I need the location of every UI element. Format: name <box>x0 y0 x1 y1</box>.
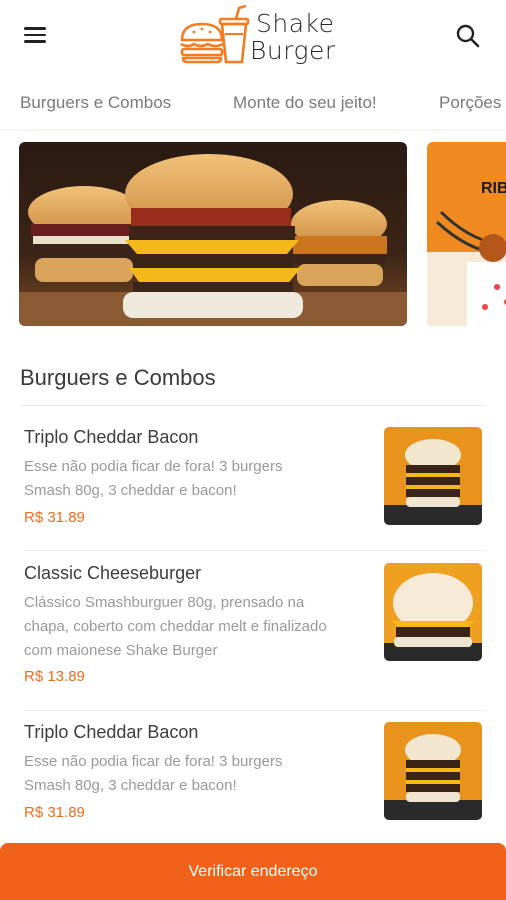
item-divider <box>24 550 486 551</box>
item-price: R$ 31.89 <box>24 509 85 526</box>
promo-banner-burgers[interactable] <box>19 142 407 326</box>
tab-monte-do-seu-jeito[interactable]: Monte do seu jeito! <box>233 93 377 113</box>
category-tabs: Burguers e Combos Monte do seu jeito! Po… <box>0 76 506 130</box>
item-description-line: Clássico Smashburguer 80g, prensado na <box>24 594 305 611</box>
verify-address-button[interactable]: Verificar endereço <box>0 843 506 900</box>
item-divider <box>24 710 486 711</box>
hamburger-menu-icon[interactable] <box>22 24 48 48</box>
item-name: Triplo Cheddar Bacon <box>24 722 199 742</box>
triple-burger-photo <box>384 722 482 820</box>
search-icon[interactable] <box>454 22 484 52</box>
item-description: Esse não podia ficar de fora! 3 burgers … <box>24 750 360 798</box>
shake-burger-logo[interactable]: Shake Burger <box>176 4 336 70</box>
ribs-banner-text: RIB <box>481 180 506 197</box>
item-price: R$ 31.89 <box>24 804 85 821</box>
logo-line-2: Burger <box>250 36 336 65</box>
menu-item-classic-cheeseburger[interactable]: Classic Cheeseburger Clássico Smashburgu… <box>24 563 482 685</box>
tab-porcoes[interactable]: Porções <box>439 93 501 113</box>
ribs-photo <box>427 142 506 326</box>
item-description-line: Esse não podia ficar de fora! 3 burgers <box>24 458 283 475</box>
item-description: Esse não podia ficar de fora! 3 burgers … <box>24 455 360 503</box>
burger-cup-logo-icon <box>180 4 250 64</box>
logo-wordmark: Shake Burger <box>250 9 336 64</box>
section-title: Burguers e Combos <box>20 365 216 390</box>
menu-item-triplo-cheddar-bacon[interactable]: Triplo Cheddar Bacon Esse não podia fica… <box>24 427 482 527</box>
item-description-line: Smash 80g, 3 cheddar e bacon! <box>24 482 237 499</box>
item-description-line: Smash 80g, 3 cheddar e bacon! <box>24 777 237 794</box>
cheeseburger-photo <box>384 563 482 661</box>
item-thumbnail <box>384 563 482 661</box>
item-description-line: Esse não podia ficar de fora! 3 burgers <box>24 753 283 770</box>
item-description: Clássico Smashburguer 80g, prensado na c… <box>24 591 376 663</box>
item-description-line: chapa, coberto com cheddar melt e finali… <box>24 618 327 635</box>
burgers-photo <box>19 142 407 326</box>
item-price: R$ 13.89 <box>24 668 85 685</box>
item-name: Classic Cheeseburger <box>24 563 202 583</box>
item-thumbnail <box>384 722 482 820</box>
promo-carousel[interactable]: RIB <box>0 142 506 328</box>
tab-burguers-e-combos[interactable]: Burguers e Combos <box>20 93 171 113</box>
promo-banner-ribs[interactable]: RIB <box>427 142 506 326</box>
app-header: Shake Burger <box>0 0 506 76</box>
item-thumbnail <box>384 427 482 525</box>
logo-line-1: Shake <box>256 9 335 38</box>
section-divider <box>20 405 486 406</box>
triple-burger-photo <box>384 427 482 525</box>
item-description-line: com maionese Shake Burger <box>24 642 218 659</box>
item-name: Triplo Cheddar Bacon <box>24 427 199 447</box>
menu-item-triplo-cheddar-bacon[interactable]: Triplo Cheddar Bacon Esse não podia fica… <box>24 722 482 822</box>
